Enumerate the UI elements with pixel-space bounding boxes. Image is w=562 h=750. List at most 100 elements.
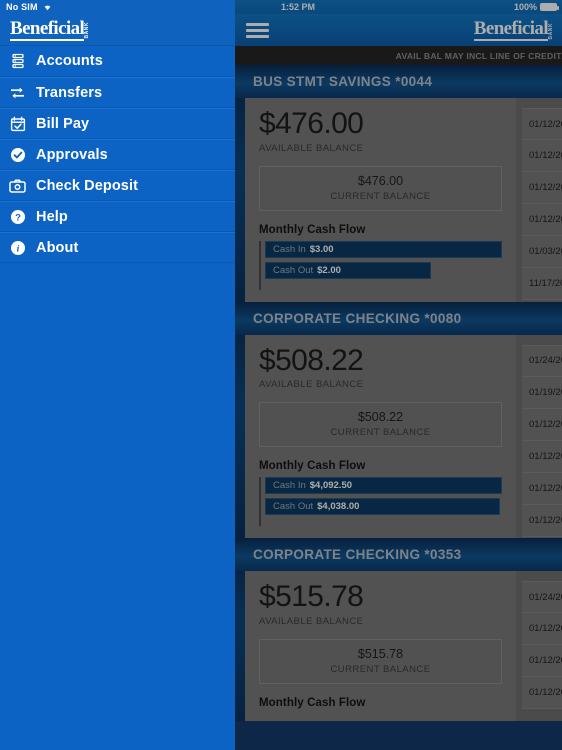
disclaimer-text: AVAIL BAL MAY INCL LINE OF CREDIT/OVERDR… [395,50,562,61]
disclaimer-banner: AVAIL BAL MAY INCL LINE OF CREDIT/OVERDR… [235,46,562,65]
drawer-logo: Beneficial BANK [10,19,90,41]
available-balance-amount: $515.78 [259,580,364,613]
brand-name: Beneficial [10,17,85,41]
transaction-row[interactable]: 01/12/201 [522,504,562,537]
account-summary: $515.78 AVAILABLE BALANCE $515.78 CURRENT B… [245,571,516,721]
transaction-list[interactable]: 01/24/201 01/12/201 01/12/201 01/12/201 [516,571,562,721]
transaction-row[interactable]: 01/24/201 [522,581,562,613]
battery-full-icon [540,3,559,11]
transaction-date: 01/12/201 [529,687,562,698]
cash-out-label: Cash Out [273,264,314,276]
cash-in-bar: Cash In $3.00 [265,240,502,258]
svg-text:?: ? [15,212,21,223]
brand-subname: BANK [548,22,554,39]
current-balance-amount: $508.22 [357,410,404,424]
sidebar-item-approvals[interactable]: Approvals [0,139,235,170]
status-bar: 1:52 PM 100% [235,0,562,14]
sidebar-item-check-deposit[interactable]: Check Deposit [0,170,235,201]
info-circle-icon: i [9,239,26,256]
transaction-date: 01/12/201 [529,418,562,430]
current-balance-label: CURRENT BALANCE [330,663,431,675]
cash-in-bar-row: Cash In $3.00 [265,240,502,258]
account-summary: $508.22 AVAILABLE BALANCE $508.22 CURRENT B… [245,334,516,538]
chart-axis-foot [265,519,502,526]
transaction-row[interactable]: 11/17/2016 [522,268,562,300]
sidebar-item-label: Bill Pay [36,115,90,132]
transaction-date: 01/12/201 [529,214,562,225]
sidebar-item-bill-pay[interactable]: Bill Pay [0,108,235,139]
sidebar-item-label: Help [36,208,68,225]
current-balance-amount: $515.78 [357,646,404,661]
account-card[interactable]: BUS STMT SAVINGS *0044 $476.00 AVAILABLE B… [235,65,562,302]
question-circle-icon: ? [9,208,26,225]
cash-out-bar-row: Cash Out $4,038.00 [265,498,502,515]
transaction-row[interactable]: 01/03/201 [522,236,562,268]
transaction-date: 01/12/201 [529,623,562,634]
status-bar-time: 1:52 PM [281,2,316,12]
current-balance-label: CURRENT BALANCE [330,427,431,438]
account-list[interactable]: BUS STMT SAVINGS *0044 $476.00 AVAILABLE B… [235,65,562,750]
transaction-date: 01/12/201 [529,655,562,666]
transaction-row[interactable]: 01/12/201 [522,645,562,677]
transaction-row[interactable]: 01/24/201 [522,344,562,377]
account-card[interactable]: CORPORATE CHECKING *0353 $515.78 AVAILABLE… [235,538,562,721]
account-card-body: $508.22 AVAILABLE BALANCE $508.22 CURRENT B… [235,334,562,538]
transaction-date: 01/12/201 [529,182,562,193]
account-card-header: CORPORATE CHECKING *0353 [235,538,562,571]
hamburger-menu-icon[interactable] [246,22,269,38]
transaction-date: 01/12/201 [529,514,562,526]
svg-text:i: i [16,244,19,254]
transaction-row[interactable]: 01/12/201 [522,408,562,441]
transaction-row[interactable]: 01/12/201 [522,172,562,204]
available-balance-amount: $508.22 [259,343,364,377]
cash-out-label: Cash Out [273,501,314,512]
cash-in-label: Cash In [273,243,306,255]
transaction-row[interactable]: 01/12/201 [522,472,562,505]
account-card-body: $515.78 AVAILABLE BALANCE $515.78 CURRENT B… [235,571,562,721]
sidebar-item-label: Approvals [36,146,108,163]
transaction-row[interactable]: 01/12/201 [522,613,562,645]
current-balance-box: $515.78 CURRENT BALANCE [259,638,502,684]
sidebar-item-transfers[interactable]: Transfers [0,77,235,108]
brand-name: Beneficial [473,18,549,41]
available-balance-label: AVAILABLE BALANCE [259,615,364,627]
cash-flow-title: Monthly Cash Flow [259,223,366,236]
account-card-body: $476.00 AVAILABLE BALANCE $476.00 CURRENT B… [235,98,562,302]
current-balance-label: CURRENT BALANCE [330,190,431,202]
main-content-pane: 1:52 PM 100% Beneficial BANK AVAIL BAL M… [235,0,562,750]
chart-axis-foot [265,283,502,290]
transaction-row[interactable]: 01/19/201 [522,376,562,409]
transaction-row[interactable]: 01/12/201 [522,440,562,473]
cash-in-bar-row: Cash In $4,092.50 [265,477,502,494]
sidebar-item-accounts[interactable]: Accounts [0,46,235,77]
cash-in-label: Cash In [273,480,306,491]
account-title: CORPORATE CHECKING *0353 [253,547,462,562]
transaction-row[interactable]: 01/12/201 [522,204,562,236]
transaction-row[interactable]: 01/12/201 [522,140,562,172]
drawer-status-bar: No SIM [0,0,235,14]
drawer-menu-list: Accounts Transfers Bill Pay Approvals Check … [0,46,235,263]
cash-out-bar: Cash Out $4,038.00 [265,498,500,515]
account-title: BUS STMT SAVINGS *0044 [253,74,433,89]
cash-out-bar-row: Cash Out $2.00 [265,261,502,279]
account-card[interactable]: CORPORATE CHECKING *0080 $508.22 AVAILABLE… [235,301,562,538]
transaction-date: 01/12/201 [529,450,562,462]
sidebar-item-help[interactable]: ? Help [0,201,235,232]
cash-flow-title: Monthly Cash Flow [259,460,366,472]
sidebar-item-about[interactable]: i About [0,232,235,263]
transaction-row[interactable]: 01/12/201 [522,108,562,140]
cash-flow-chart: Cash In $3.00 Cash Out $2.00 [259,240,502,290]
current-balance-amount: $476.00 [357,173,404,188]
transaction-list[interactable]: 01/12/201 01/12/201 01/12/201 01/12/201 01/0… [516,98,562,302]
transaction-date: 01/12/201 [529,482,562,494]
transaction-row[interactable]: 01/12/201 [522,677,562,709]
app-screen: 1:52 PM 100% Beneficial BANK AVAIL BAL M… [0,0,562,750]
transaction-date: 01/03/201 [529,246,562,257]
app-bar-logo: Beneficial BANK [473,18,554,41]
current-balance-box: $476.00 CURRENT BALANCE [259,165,502,211]
check-circle-icon [9,146,26,163]
cash-in-value: $3.00 [309,243,334,255]
battery-percent-label: 100% [513,2,537,12]
sidebar-item-label: Transfers [36,84,103,101]
transaction-list[interactable]: 01/24/201 01/19/201 01/12/201 01/12/201 01/1… [516,334,562,538]
